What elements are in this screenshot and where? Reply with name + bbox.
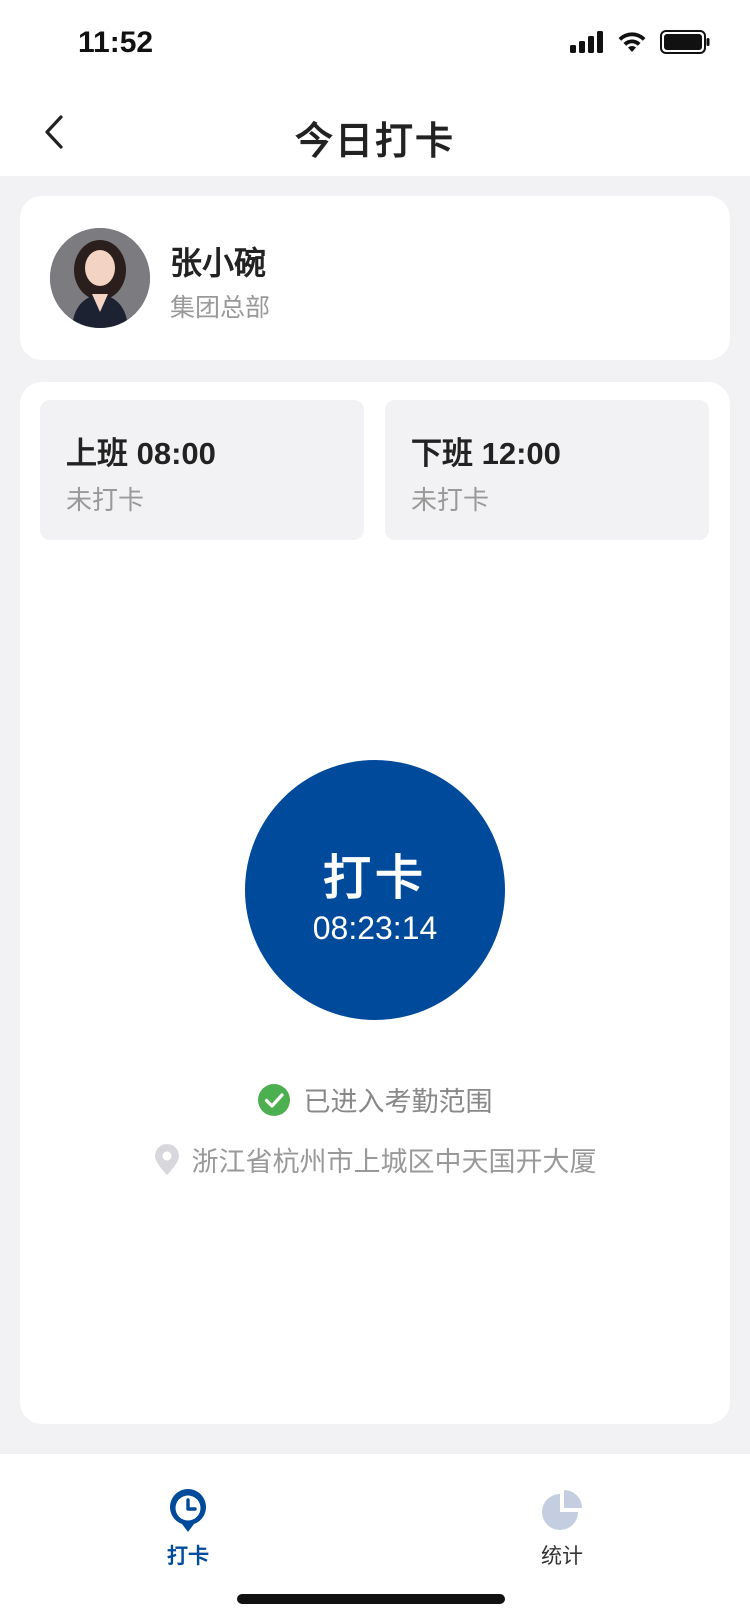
- wifi-icon: [618, 32, 646, 52]
- home-indicator: [237, 1594, 505, 1604]
- status-bar: 11:52: [0, 0, 750, 88]
- punch-time: 08:23:14: [312, 910, 438, 946]
- battery-icon: [660, 30, 710, 54]
- range-status: 已进入考勤范围: [20, 1080, 730, 1119]
- user-card: 张小碗 集团总部: [20, 196, 730, 360]
- tab-punch-label: 打卡: [167, 1545, 209, 1568]
- user-department: 集团总部: [170, 294, 271, 322]
- shift-on-duty: 上班 08:00 未打卡: [40, 400, 364, 540]
- shift-on-status: 未打卡: [66, 485, 145, 515]
- tab-stats[interactable]: 统计: [502, 1488, 622, 1570]
- punch-card: 上班 08:00 未打卡 下班 12:00 未打卡 打卡 08:23:14 已进…: [20, 382, 730, 1424]
- shift-on-title: 上班 08:00: [66, 436, 216, 471]
- tab-punch[interactable]: 打卡: [128, 1488, 248, 1570]
- check-circle-icon: [257, 1083, 290, 1116]
- tab-stats-label: 统计: [541, 1545, 583, 1568]
- status-time: 11:52: [78, 26, 154, 59]
- avatar: [50, 228, 150, 328]
- shift-off-duty: 下班 12:00 未打卡: [385, 400, 709, 540]
- shift-off-title: 下班 12:00: [411, 436, 561, 471]
- address: 浙江省杭州市上城区中天国开大厦: [20, 1140, 730, 1179]
- page-title: 今日打卡: [294, 121, 455, 163]
- nav-bar: 今日打卡: [0, 88, 750, 176]
- punch-button[interactable]: 打卡 08:23:14: [245, 760, 505, 1020]
- user-name: 张小碗: [170, 245, 267, 281]
- shift-off-status: 未打卡: [411, 485, 490, 515]
- clock-pin-icon: [170, 1489, 206, 1532]
- status-icons: [570, 30, 710, 54]
- pie-chart-icon: [542, 1490, 582, 1530]
- range-status-text: 已进入考勤范围: [303, 1087, 493, 1117]
- location-pin-icon: [154, 1143, 179, 1175]
- signal-icon: [570, 31, 603, 53]
- punch-label: 打卡: [322, 852, 427, 905]
- screen: 11:52 今日打卡 张小碗 集团总部 上班 08:00 未打卡 下班 12:0…: [0, 0, 750, 1624]
- address-text: 浙江省杭州市上城区中天国开大厦: [191, 1147, 597, 1177]
